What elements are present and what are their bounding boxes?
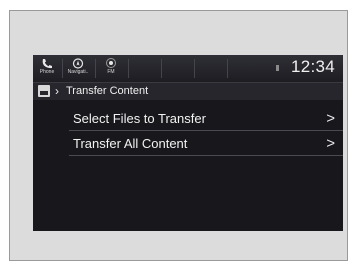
menu-item-label: Select Files to Transfer [73, 111, 206, 126]
divider [128, 59, 129, 78]
navigation-icon [72, 58, 84, 69]
chevron-right-icon: > [326, 110, 335, 127]
menu-item-transfer-all[interactable]: Transfer All Content > [33, 132, 343, 156]
navigation-shortcut[interactable]: Navigati.. [66, 58, 90, 78]
clock: 12:34 [290, 57, 335, 76]
divider [69, 155, 343, 156]
chevron-right-icon: > [326, 135, 335, 152]
divider [194, 59, 195, 78]
fm-radio-icon [106, 58, 116, 68]
navigation-label: Navigati.. [67, 69, 89, 75]
breadcrumb: › Transfer Content [33, 83, 343, 100]
outer-frame: Phone Navigati.. FM 12:34 › Transfer Con… [9, 10, 348, 261]
divider [161, 59, 162, 78]
chevron-right-icon: › [55, 84, 59, 98]
head-unit-screen: Phone Navigati.. FM 12:34 › Transfer Con… [33, 55, 343, 231]
phone-label: Phone [39, 69, 55, 75]
home-icon[interactable] [38, 85, 50, 97]
page-title: Transfer Content [66, 85, 149, 97]
status-bar: Phone Navigati.. FM 12:34 [33, 55, 343, 83]
divider [227, 59, 228, 78]
divider [69, 130, 343, 131]
fm-label: FM [107, 69, 115, 75]
phone-shortcut[interactable]: Phone [35, 58, 59, 78]
signal-indicator [276, 65, 279, 71]
phone-icon [42, 59, 52, 69]
menu-item-label: Transfer All Content [73, 136, 188, 151]
fm-shortcut[interactable]: FM [99, 58, 123, 78]
menu-item-select-files[interactable]: Select Files to Transfer > [33, 107, 343, 131]
divider [62, 59, 63, 78]
divider [95, 59, 96, 78]
